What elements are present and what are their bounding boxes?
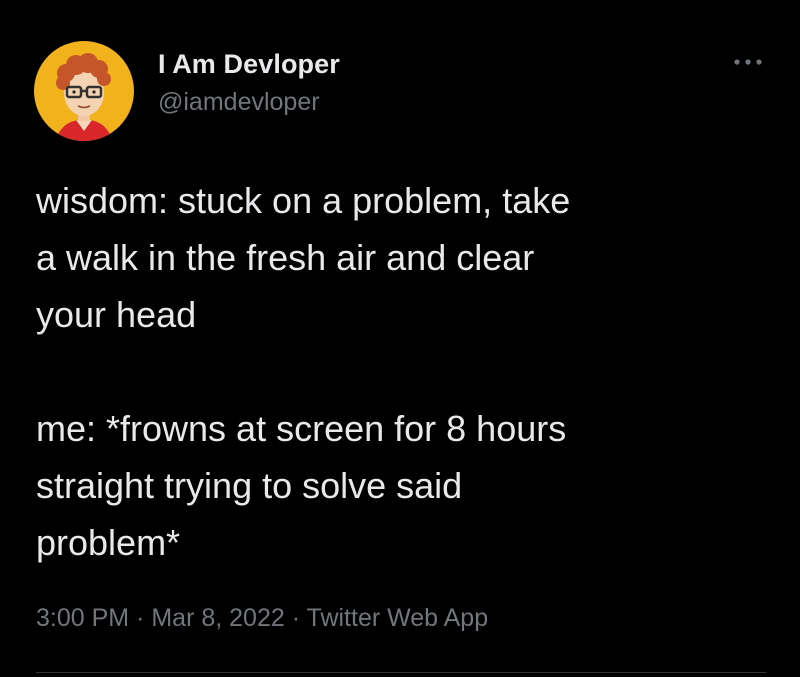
tweet-metadata: 3:00 PM · Mar 8, 2022 · Twitter Web App xyxy=(36,604,488,633)
avatar[interactable] xyxy=(34,41,134,141)
meta-separator-dot: · xyxy=(136,604,145,632)
tweet-card: I Am Devloper @iamdevloper wisdom: stuck… xyxy=(0,0,800,677)
meta-separator: · xyxy=(292,604,307,632)
tweet-date[interactable]: Mar 8, 2022 xyxy=(151,604,284,632)
tweet-source[interactable]: Twitter Web App xyxy=(307,604,489,632)
tweet-text: wisdom: stuck on a problem, take a walk … xyxy=(36,180,571,563)
author-display-name[interactable]: I Am Devloper xyxy=(158,49,340,80)
ellipsis-icon xyxy=(734,59,762,65)
cartoon-developer-avatar-icon xyxy=(56,53,112,141)
author-handle[interactable]: @iamdevloper xyxy=(158,88,320,117)
tweet-time[interactable]: 3:00 PM xyxy=(36,604,129,632)
divider xyxy=(36,672,766,673)
meta-separator-dot: · xyxy=(291,604,301,632)
meta-separator: · xyxy=(136,604,151,632)
more-options-button[interactable] xyxy=(728,50,768,74)
